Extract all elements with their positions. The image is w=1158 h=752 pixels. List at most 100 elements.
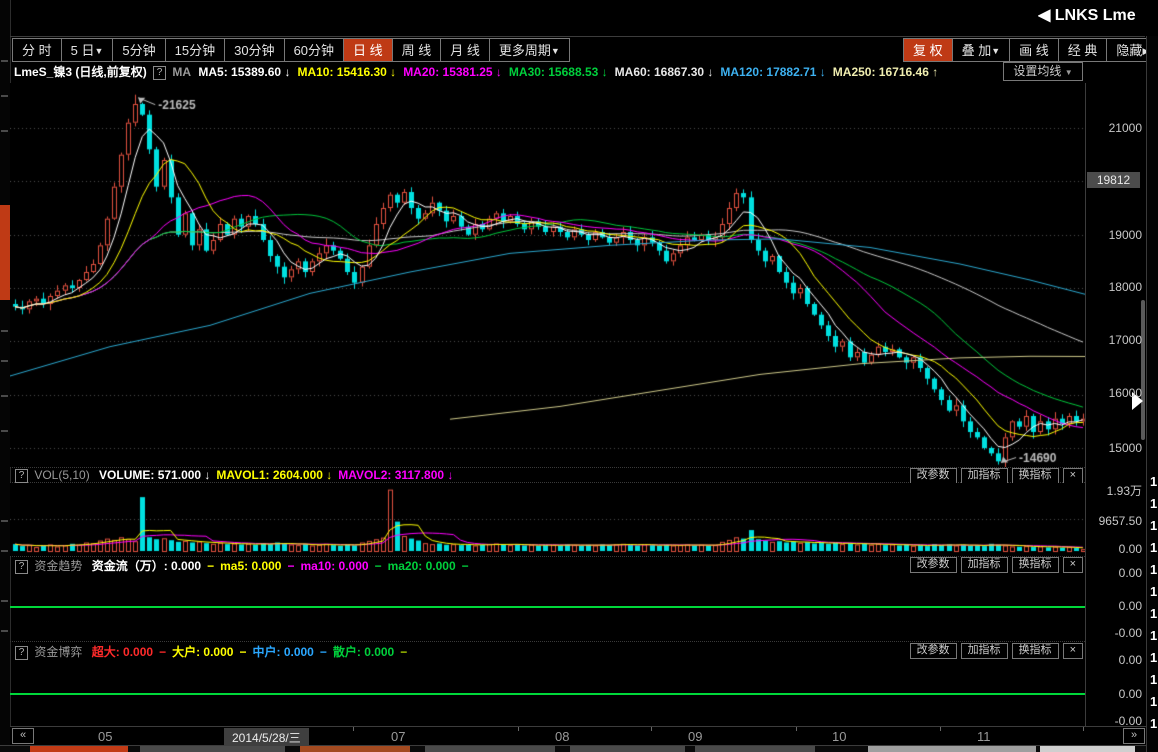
chevron-icon: ▼ <box>991 46 1000 56</box>
volume-chart-canvas[interactable] <box>10 483 1085 556</box>
price-axis: 19812 2100019000180001700016000150001.93… <box>1085 83 1147 745</box>
bottom-tab-2[interactable] <box>300 746 410 752</box>
volume-panel-title[interactable]: VOL(5,10) <box>34 468 89 482</box>
period-button-8[interactable]: 月 线 <box>441 39 490 61</box>
time-label: 08 <box>555 729 569 744</box>
symbol-name: LmeS_镍3 (日线,前复权) <box>14 65 147 79</box>
fund-trend-panel-title[interactable]: 资金趋势 <box>34 559 82 573</box>
help-icon[interactable]: ? <box>153 66 166 80</box>
ma-value: MA10: 15416.30 ↓ <box>297 65 396 79</box>
time-label: 11 <box>977 729 991 744</box>
bottom-tab-3[interactable] <box>425 746 555 752</box>
sidebar-glyph-fragment <box>1 395 8 397</box>
fund-trend-panel-header: ? 资金趋势 资金流（万）: 0.000−ma5: 0.000−ma10: 0.… <box>12 557 475 572</box>
quote-digit-fragment: 1 <box>1150 672 1157 687</box>
indicator-info-bar: LmeS_镍3 (日线,前复权) ? MA MA5: 15389.60 ↓ MA1… <box>14 63 1004 81</box>
period-button-7[interactable]: 周 线 <box>393 39 442 61</box>
bottom-tab-7[interactable] <box>1040 746 1135 752</box>
panel-button-1[interactable]: 加指标 <box>961 557 1008 573</box>
axis-label: -0.00 <box>1086 714 1142 728</box>
ma-toggle-label[interactable]: MA <box>172 65 191 79</box>
bottom-tab-4[interactable] <box>570 746 685 752</box>
chevron-down-icon: ▼ <box>1065 68 1073 77</box>
indicator-value: VOLUME: 571.000 ↓ <box>99 468 210 482</box>
quote-digit-fragment: 1 <box>1150 606 1157 621</box>
period-button-0[interactable]: 分 时 <box>13 39 62 61</box>
axis-label: 9657.50 <box>1086 514 1142 528</box>
tool-button-0[interactable]: 复 权 <box>904 39 953 61</box>
ma-values: MA5: 15389.60 ↓ MA10: 15416.30 ↓ MA20: 153… <box>198 65 945 79</box>
panel-button-0[interactable]: 改参数 <box>910 557 957 573</box>
axis-label: 1.93万 <box>1086 482 1142 499</box>
axis-label: 15000 <box>1086 441 1142 455</box>
fund-game-panel-title[interactable]: 资金博弈 <box>34 645 82 659</box>
sidebar-glyph-fragment <box>1 430 8 432</box>
close-icon[interactable]: × <box>1063 643 1083 659</box>
quote-digit-fragment: 1 <box>1150 518 1157 533</box>
ma-settings-button[interactable]: 设置均线 ▼ <box>1003 62 1083 81</box>
tool-button-1[interactable]: 叠 加▼ <box>953 39 1011 61</box>
time-tick <box>518 727 519 731</box>
chevron-down-icon: ▼ <box>551 46 560 56</box>
time-tick <box>651 727 652 731</box>
close-icon[interactable]: × <box>1063 557 1083 573</box>
indicator-value: 资金流（万）: 0.000 <box>92 559 201 573</box>
quote-digit-fragment: 1 <box>1150 694 1157 709</box>
help-icon[interactable]: ? <box>15 646 28 660</box>
time-axis: « » 2014/5/28/三 050708091011 <box>10 727 1145 745</box>
scroll-right-button[interactable]: » <box>1123 728 1145 744</box>
scroll-left-button[interactable]: « <box>12 728 34 744</box>
period-button-3[interactable]: 15分钟 <box>166 39 225 61</box>
indicator-value: ma20: 0.000 <box>388 559 456 573</box>
period-button-2[interactable]: 5分钟 <box>113 39 165 61</box>
period-button-1[interactable]: 5 日▼ <box>62 39 114 61</box>
bottom-tab-5[interactable] <box>695 746 815 752</box>
panel-button-2[interactable]: 换指标 <box>1012 643 1059 659</box>
axis-scrollbar-thumb[interactable] <box>1141 300 1145 440</box>
tool-button-2[interactable]: 画 线 <box>1010 39 1059 61</box>
right-quote-panel-sliver[interactable]: 111111111111 <box>1146 36 1158 752</box>
panel-button-0[interactable]: 改参数 <box>910 643 957 659</box>
fund-game-panel-header: ? 资金博弈 超大: 0.000−大户: 0.000−中户: 0.000−散户:… <box>12 643 413 658</box>
series-dash: − <box>287 559 294 573</box>
close-icon[interactable]: × <box>1063 468 1083 484</box>
panel-button-1[interactable]: 加指标 <box>961 468 1008 484</box>
panel-button-0[interactable]: 改参数 <box>910 468 957 484</box>
sidebar-glyph-fragment <box>1 360 8 362</box>
help-icon[interactable]: ? <box>15 560 28 574</box>
panel-button-2[interactable]: 换指标 <box>1012 557 1059 573</box>
time-label: 07 <box>391 729 405 744</box>
help-icon[interactable]: ? <box>15 469 28 483</box>
sidebar-glyph-fragment <box>1 60 8 62</box>
window-corner-title: ◀ LNKS Lme <box>1038 5 1158 27</box>
bottom-tab-strip <box>0 746 1158 752</box>
period-button-6[interactable]: 日 线 <box>344 39 393 61</box>
fund-trend-panel-buttons: 改参数加指标换指标× <box>910 557 1083 573</box>
period-button-5[interactable]: 60分钟 <box>285 39 344 61</box>
panel-button-1[interactable]: 加指标 <box>961 643 1008 659</box>
series-dash: − <box>462 559 469 573</box>
series-dash: − <box>207 559 214 573</box>
ma-value: MA20: 15381.25 ↓ <box>403 65 502 79</box>
trend-game-divider <box>10 641 1085 642</box>
left-sidebar-active-tab[interactable] <box>0 205 10 300</box>
period-button-9[interactable]: 更多周期▼ <box>490 39 569 61</box>
ma-value: MA5: 15389.60 ↓ <box>198 65 290 79</box>
main-chart-canvas[interactable] <box>10 83 1085 467</box>
time-label: 09 <box>688 729 702 744</box>
period-button-4[interactable]: 30分钟 <box>225 39 284 61</box>
panel-button-2[interactable]: 换指标 <box>1012 468 1059 484</box>
time-tick <box>353 727 354 731</box>
toolbar-top-border <box>10 36 1145 37</box>
quote-digit-fragment: 1 <box>1150 716 1157 731</box>
series-dash: − <box>400 645 407 659</box>
axis-label: 0.00 <box>1086 599 1142 613</box>
fund-game-panel-buttons: 改参数加指标换指标× <box>910 643 1083 659</box>
axis-label: 0.00 <box>1086 566 1142 580</box>
bottom-tab-0[interactable] <box>30 746 128 752</box>
sidebar-glyph-fragment <box>1 95 8 97</box>
trading-app-window: ◀ LNKS Lme 分 时5 日▼5分钟15分钟30分钟60分钟日 线周 线月… <box>0 0 1158 752</box>
bottom-tab-1[interactable] <box>140 746 285 752</box>
tool-button-3[interactable]: 经 典 <box>1059 39 1108 61</box>
bottom-tab-6[interactable] <box>868 746 1036 752</box>
